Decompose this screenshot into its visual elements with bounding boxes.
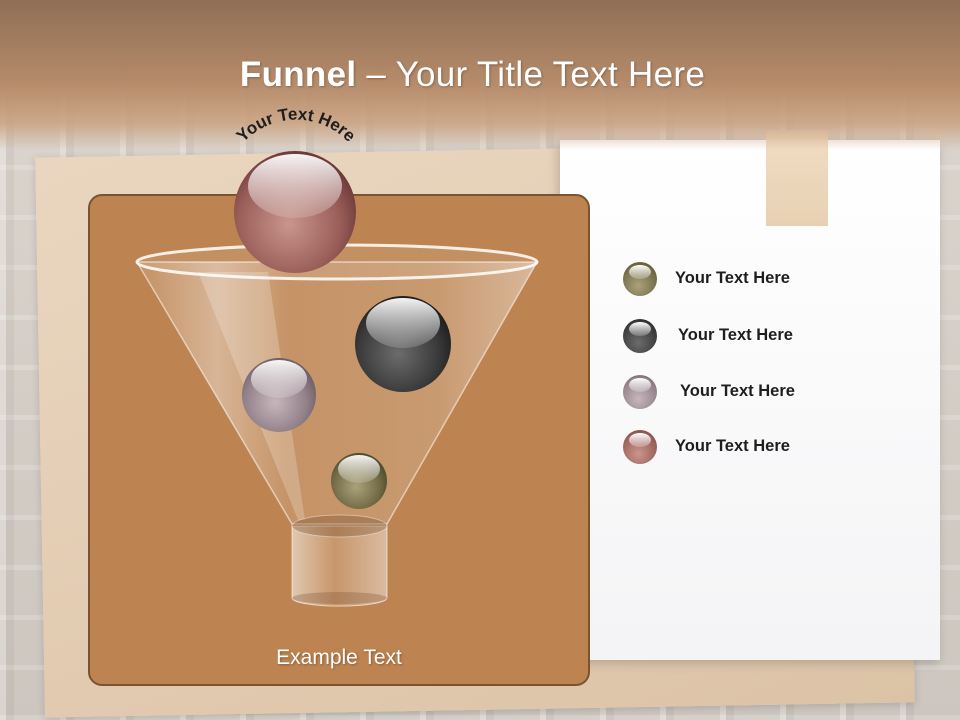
legend-label-2: Your Text Here: [678, 326, 793, 344]
arc-caption-text: Your Text Here: [233, 105, 359, 146]
arc-caption: Your Text Here: [233, 105, 359, 146]
funnel-ball-dark: [355, 296, 451, 392]
funnel-caption[interactable]: Example Text: [88, 646, 590, 670]
legend-label-3: Your Text Here: [680, 382, 795, 400]
funnel-spout-bottom: [292, 592, 387, 604]
legend-label-1: Your Text Here: [675, 269, 790, 287]
funnel-ball-rose: [234, 151, 356, 273]
legend-bullet-rose: [623, 430, 657, 464]
legend-bullet-olive: [623, 262, 657, 296]
slide: Funnel – Your Title Text Here Your Text …: [0, 0, 960, 720]
funnel-ball-olive: [331, 453, 387, 509]
legend-bullet-dark: [623, 319, 657, 353]
legend-bullet-mauve: [623, 375, 657, 409]
legend-label-4: Your Text Here: [675, 437, 790, 455]
funnel-ball-mauve: [242, 358, 316, 432]
funnel-spout-top: [291, 514, 388, 538]
funnel-diagram: Your Text Here: [135, 105, 539, 607]
